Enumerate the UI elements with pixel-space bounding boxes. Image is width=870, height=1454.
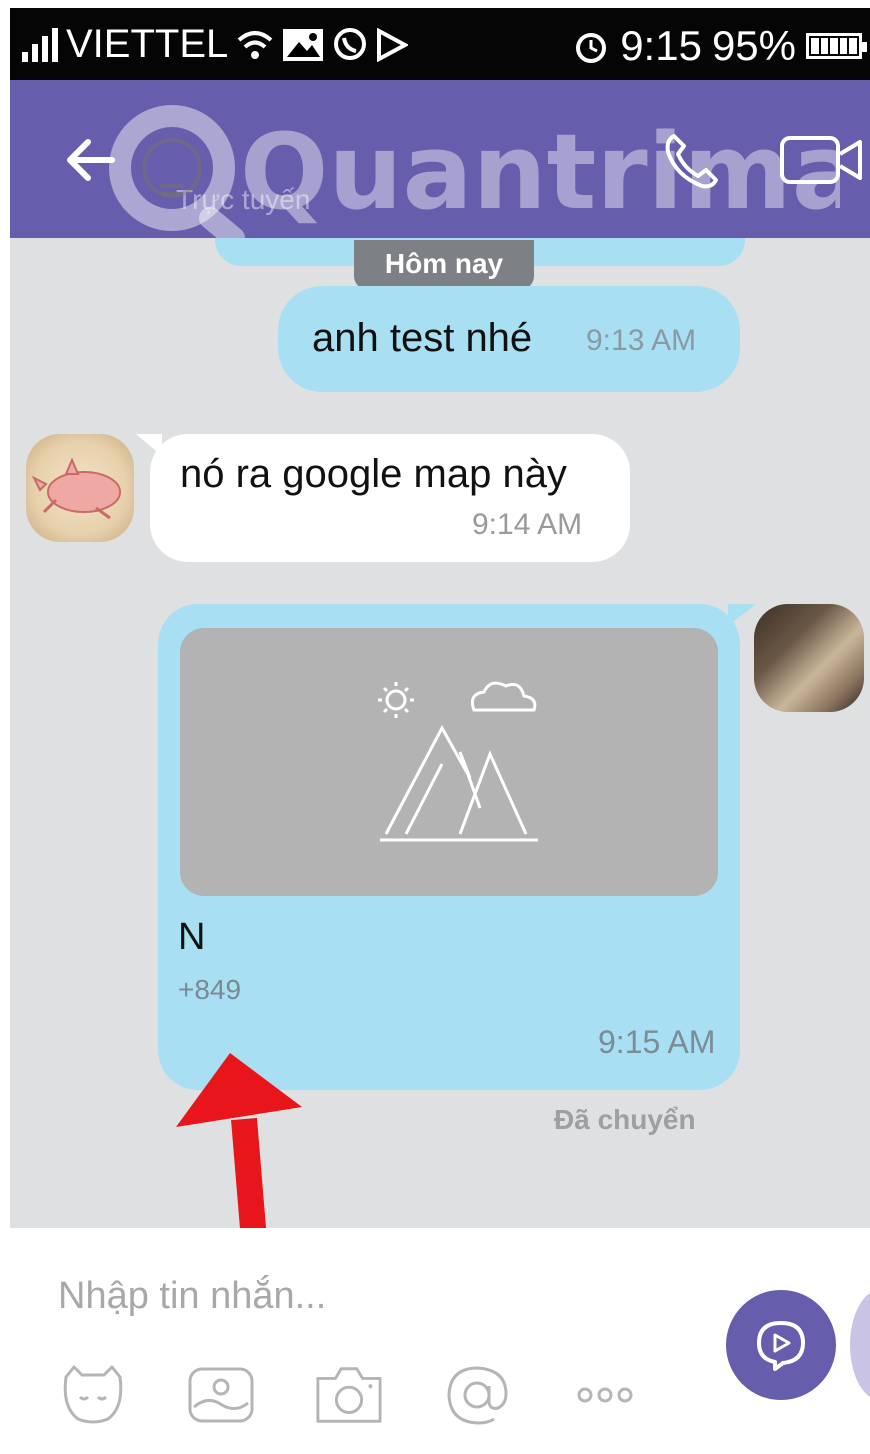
mention-icon[interactable] [442,1360,512,1430]
back-arrow-icon[interactable] [62,132,118,188]
contact-status: Trực tuyến [176,184,311,215]
video-call-icon[interactable] [778,130,864,190]
viber-send-icon [757,1321,805,1371]
contact-photo-placeholder [180,628,718,896]
my-avatar[interactable] [754,604,864,712]
wifi-icon [237,30,273,59]
composer [10,1228,870,1454]
message-input[interactable] [58,1266,698,1326]
contact-card-message[interactable]: N +849 9:15 AM [158,604,756,1090]
outgoing-message[interactable]: anh test nhé 9:13 AM [278,286,740,392]
incoming-message[interactable]: nó ra google map này 9:14 AM [136,434,630,562]
contact-name: N [178,916,206,958]
date-divider: Hôm nay [354,240,534,290]
status-bar: VIETTEL 9:15 95% [10,8,870,80]
message-time: 9:13 AM [586,324,697,357]
image-placeholder-icon [378,681,538,842]
more-icon[interactable] [570,1360,640,1430]
screen: VIETTEL 9:15 95% Trực tuyến Quantrima Hô… [10,8,870,1454]
watermark-logo: Quantrimang [109,105,840,240]
message-time: 9:15 AM [598,1024,716,1060]
signal-icon [22,27,58,62]
pig-avatar-icon [31,457,121,520]
contact-phone: +849 [178,974,242,1005]
message-text: anh test nhé [312,316,533,360]
alarm-icon [576,33,607,63]
message-list: Hôm nay anh test nhé 9:13 AM nó ra googl… [10,238,870,1454]
play-icon [377,27,409,62]
viber-icon [334,27,367,60]
watermark-text: Quantrimang [240,111,840,233]
carrier-label: VIETTEL [66,22,229,66]
send-button[interactable] [726,1290,836,1400]
call-icon[interactable] [660,130,722,192]
secondary-action-button[interactable] [850,1290,870,1400]
battery-percent: 95% [711,22,796,69]
gallery-icon [283,28,324,61]
camera-icon[interactable] [314,1360,384,1430]
message-time: 9:14 AM [472,508,583,541]
sticker-icon[interactable] [58,1360,128,1430]
contact-avatar[interactable] [26,434,134,542]
gallery-icon[interactable] [186,1360,256,1430]
delivery-status: Đã chuyển [554,1104,696,1135]
message-text: nó ra google map này [180,452,567,496]
composer-toolbar [58,1360,640,1430]
clock-time: 9:15 [620,22,702,69]
battery-icon [806,33,867,59]
chat-header: Trực tuyến Quantrimang [10,80,870,240]
